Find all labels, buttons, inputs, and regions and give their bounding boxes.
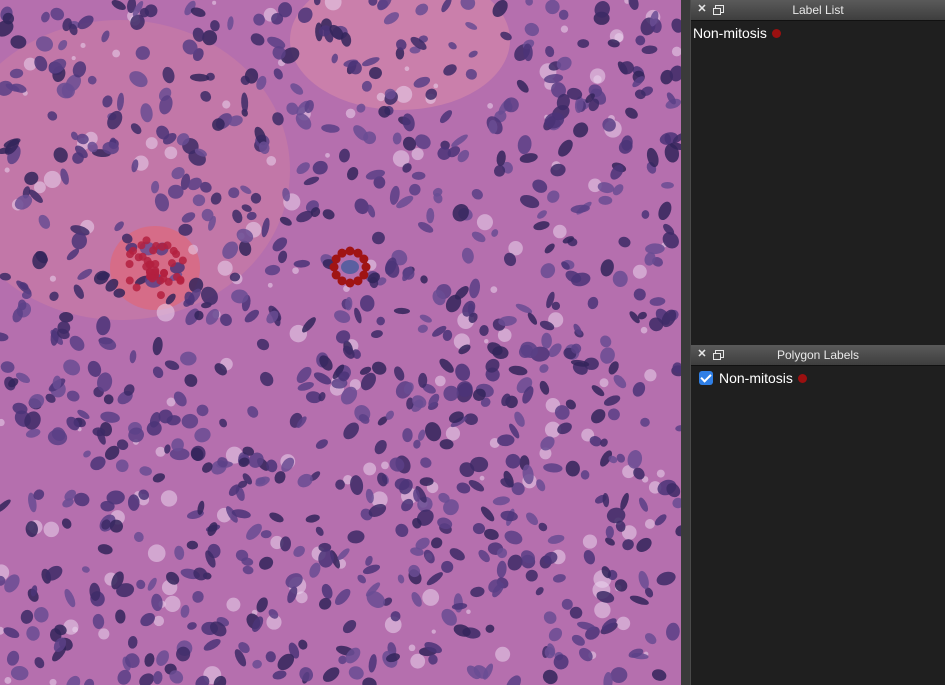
- label-color-dot: [797, 373, 807, 383]
- polygon-vertex[interactable]: [359, 254, 369, 264]
- polygon-vertex[interactable]: [337, 248, 347, 258]
- polygon-vertex[interactable]: [353, 276, 363, 286]
- polygon-labels-title: Polygon Labels: [776, 348, 860, 362]
- close-icon[interactable]: ✕: [695, 2, 709, 16]
- label-list-dock: ✕ Label List Non-mitosis: [690, 0, 945, 345]
- list-item[interactable]: Non-mitosis: [691, 368, 945, 388]
- label-list-titlebar: ✕ Label List: [691, 0, 945, 21]
- polygon-label-name: Non-mitosis: [719, 370, 793, 386]
- label-color-dot: [771, 28, 781, 38]
- polygon-vertex[interactable]: [345, 246, 355, 256]
- polygon-vertex[interactable]: [361, 262, 371, 272]
- float-icon[interactable]: [712, 2, 726, 16]
- polygon-labels-titlebar: ✕ Polygon Labels: [691, 345, 945, 366]
- image-canvas[interactable]: [0, 0, 681, 685]
- visibility-checkbox[interactable]: [699, 371, 713, 385]
- polygon-vertex[interactable]: [345, 278, 355, 288]
- polygon-vertex[interactable]: [329, 262, 339, 272]
- label-list-title: Label List: [792, 3, 844, 17]
- histology-image: [0, 0, 681, 685]
- close-icon[interactable]: ✕: [695, 347, 709, 361]
- label-list: Non-mitosis: [691, 23, 945, 43]
- label-name: Non-mitosis: [693, 25, 767, 41]
- polygon-label-list: Non-mitosis: [691, 368, 945, 388]
- polygon-vertex[interactable]: [331, 270, 341, 280]
- polygon-labels-dock: ✕ Polygon Labels Non-mitosis: [690, 345, 945, 685]
- float-icon[interactable]: [712, 347, 726, 361]
- list-item[interactable]: Non-mitosis: [691, 23, 945, 43]
- panel-splitter[interactable]: [681, 0, 690, 685]
